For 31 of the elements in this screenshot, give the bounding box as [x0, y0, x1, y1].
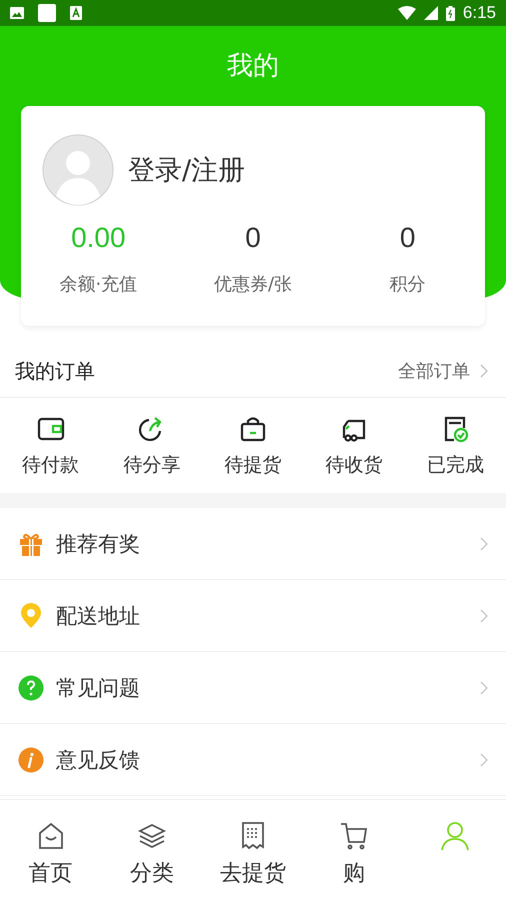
image-icon — [10, 7, 24, 19]
notification-icon — [38, 4, 56, 22]
stat-label[interactable]: 优惠券/张 — [214, 272, 292, 296]
person-icon — [439, 820, 472, 852]
avatar-icon[interactable] — [42, 134, 114, 206]
info-icon — [18, 746, 44, 772]
menu-item[interactable]: 意见反馈 — [0, 724, 506, 796]
section-title: 我的订单 — [15, 358, 96, 384]
stat-value: 0 — [245, 222, 261, 254]
clock-time: 6:15 — [462, 3, 496, 23]
menu-item[interactable]: 常见问题 — [0, 652, 506, 724]
chevron-right-icon — [480, 536, 488, 550]
chevron-right-icon — [480, 608, 488, 622]
chevron-right-icon — [480, 364, 488, 378]
all-orders-link[interactable]: 全部订单 — [398, 359, 470, 383]
location-pin-icon — [18, 602, 44, 628]
wifi-icon — [398, 6, 416, 20]
menu-item[interactable]: 配送地址 — [0, 580, 506, 652]
menu-item[interactable]: 推荐有奖 — [0, 508, 506, 580]
battery-icon — [446, 6, 455, 20]
stat-label[interactable]: 积分 — [390, 272, 426, 296]
login-register-link[interactable]: 登录/注册 — [128, 152, 246, 188]
page-title: 我的 — [227, 50, 279, 83]
signal-icon — [424, 6, 438, 20]
chevron-right-icon — [480, 752, 488, 766]
stat-value: 0 — [400, 222, 416, 254]
notification-icon — [70, 6, 82, 20]
stat-label[interactable]: 余额·充值 — [59, 272, 138, 296]
stat-value: 0.00 — [71, 222, 126, 254]
chevron-right-icon — [480, 680, 488, 694]
help-icon — [18, 674, 44, 700]
